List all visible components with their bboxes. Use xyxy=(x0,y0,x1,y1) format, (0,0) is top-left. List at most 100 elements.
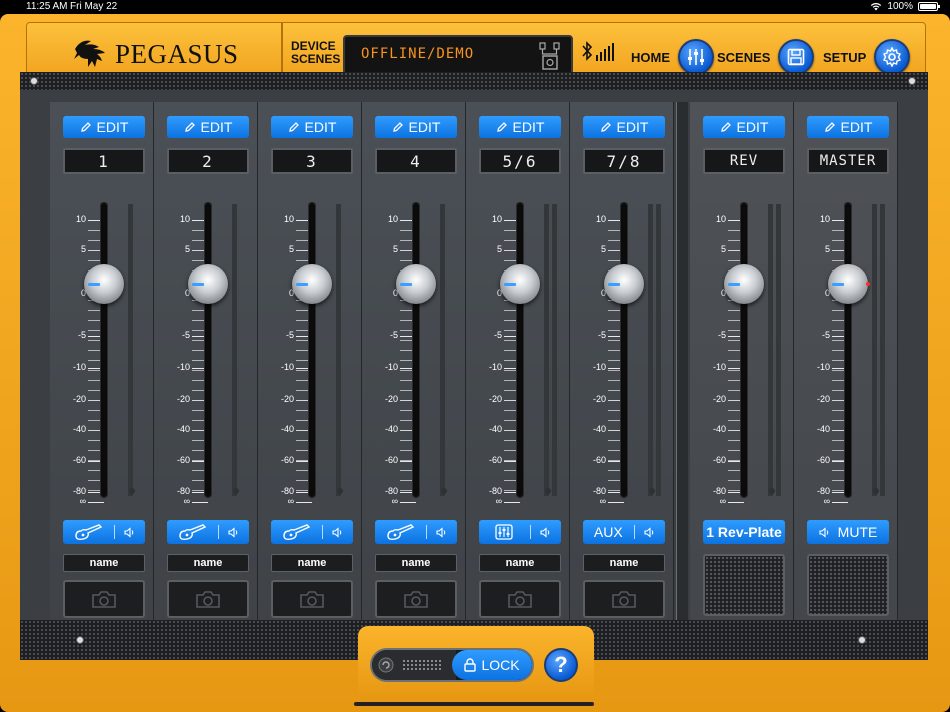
usb-plug-icon xyxy=(539,42,560,70)
channel-label-display[interactable]: 5/6 xyxy=(479,148,561,174)
home-button[interactable]: HOME xyxy=(631,39,714,75)
guitar-icon xyxy=(75,524,103,541)
mute-button[interactable] xyxy=(427,520,457,544)
channel-photo-button[interactable] xyxy=(63,580,145,618)
fader-track[interactable] xyxy=(516,202,524,498)
input-source-button[interactable] xyxy=(271,520,322,544)
channel-label-display[interactable]: MASTER xyxy=(807,148,889,174)
channel-strip-2: EDIT 2 10 5 0 -5 -10 -20 -40 -60 -80 ∞ name xyxy=(154,102,258,620)
channel-label-display[interactable]: 7/8 xyxy=(583,148,665,174)
edit-button[interactable]: EDIT xyxy=(703,116,785,138)
input-source-button[interactable] xyxy=(375,520,426,544)
guitar-icon xyxy=(179,524,207,541)
scale-tick: ∞ xyxy=(50,496,110,506)
speaker-icon xyxy=(228,526,238,538)
input-source-button[interactable] xyxy=(167,520,218,544)
scale-tick: ∞ xyxy=(794,496,854,506)
edit-button[interactable]: EDIT xyxy=(375,116,457,138)
battery-icon xyxy=(918,2,940,11)
level-meter xyxy=(544,204,549,496)
fader-track[interactable] xyxy=(620,202,628,498)
fader-track[interactable] xyxy=(308,202,316,498)
channel-name-field[interactable]: name xyxy=(63,554,145,572)
fader-track[interactable] xyxy=(844,202,852,498)
channel-name-field[interactable]: name xyxy=(583,554,665,572)
channel-label-display[interactable]: 3 xyxy=(271,148,353,174)
mute-button[interactable] xyxy=(219,520,249,544)
signal-bars-icon xyxy=(596,43,614,61)
fader-track[interactable] xyxy=(100,202,108,498)
scale-tick: ∞ xyxy=(154,496,214,506)
lock-slider-track xyxy=(372,650,456,680)
channel-photo-button[interactable] xyxy=(479,580,561,618)
channel-name-field[interactable]: name xyxy=(375,554,457,572)
fader-knob[interactable] xyxy=(188,264,228,304)
input-source-button[interactable] xyxy=(479,520,530,544)
fader-knob[interactable] xyxy=(396,264,436,304)
pencil-icon xyxy=(720,122,731,132)
edit-button[interactable]: EDIT xyxy=(479,116,561,138)
channel-label-display[interactable]: 2 xyxy=(167,148,249,174)
channel-photo-button[interactable] xyxy=(375,580,457,618)
channel-photo-button[interactable] xyxy=(167,580,249,618)
fader-knob[interactable] xyxy=(500,264,540,304)
reverb-type-button[interactable]: 1 Rev-Plate xyxy=(703,520,785,544)
clip-led xyxy=(873,488,879,494)
mute-button[interactable] xyxy=(635,520,665,544)
edit-button[interactable]: EDIT xyxy=(63,116,145,138)
scale-tick: ∞ xyxy=(466,496,526,506)
input-source-button[interactable] xyxy=(63,520,114,544)
screw xyxy=(908,77,916,85)
channel-photo-button[interactable] xyxy=(271,580,353,618)
fader-knob[interactable] xyxy=(292,264,332,304)
channel-label-display[interactable]: 1 xyxy=(63,148,145,174)
fader-track[interactable] xyxy=(412,202,420,498)
fader-knob[interactable] xyxy=(724,264,764,304)
help-button[interactable]: ? xyxy=(544,648,578,682)
fader-knob[interactable] xyxy=(604,264,644,304)
edit-button[interactable]: EDIT xyxy=(807,116,889,138)
level-meter xyxy=(648,204,653,496)
pencil-icon xyxy=(184,122,195,132)
speaker-icon xyxy=(540,526,550,538)
channel-name-field[interactable]: name xyxy=(479,554,561,572)
edit-button[interactable]: EDIT xyxy=(271,116,353,138)
channel-label-display[interactable]: REV xyxy=(703,148,785,174)
input-mute-buttons: AUX xyxy=(583,520,665,544)
device-scenes-label: DEVICE SCENES xyxy=(291,39,341,66)
channel-photo-button[interactable] xyxy=(583,580,665,618)
lock-icon xyxy=(464,658,477,672)
pegasus-logo-icon xyxy=(74,40,105,67)
fader-track[interactable] xyxy=(740,202,748,498)
battery-percent: 100% xyxy=(887,1,913,12)
mute-button[interactable] xyxy=(115,520,145,544)
scale-tick: ∞ xyxy=(362,496,422,506)
lock-slider[interactable]: LOCK xyxy=(370,648,534,682)
device-lcd-display[interactable]: OFFLINE/DEMO xyxy=(343,35,573,75)
clip-led xyxy=(441,488,447,494)
scenes-button[interactable]: SCENES xyxy=(717,39,815,75)
speaker-grille xyxy=(807,554,889,616)
channel-name-field[interactable]: name xyxy=(167,554,249,572)
level-meter xyxy=(128,204,133,496)
edit-button[interactable]: EDIT xyxy=(583,116,665,138)
channel-strip-7-8: EDIT 7/8 10 5 0 -5 -10 -20 -40 -60 -80 ∞ AUX name xyxy=(570,102,674,620)
mute-button[interactable] xyxy=(531,520,561,544)
fader-knob[interactable] xyxy=(828,264,868,304)
channel-label-display[interactable]: 4 xyxy=(375,148,457,174)
home-indicator xyxy=(354,702,594,706)
input-mute-buttons xyxy=(63,520,145,544)
unlock-icon xyxy=(378,657,394,673)
fader-knob[interactable] xyxy=(84,264,124,304)
edit-button[interactable]: EDIT xyxy=(167,116,249,138)
setup-button[interactable]: SETUP xyxy=(823,39,911,75)
level-meter xyxy=(552,204,557,496)
fader-track[interactable] xyxy=(204,202,212,498)
speaker-icon xyxy=(819,526,828,538)
lock-button[interactable]: LOCK xyxy=(452,650,532,680)
camera-icon xyxy=(300,591,324,608)
input-source-button[interactable]: AUX xyxy=(583,520,634,544)
channel-name-field[interactable]: name xyxy=(271,554,353,572)
mute-button[interactable] xyxy=(323,520,353,544)
master-mute-button[interactable]: MUTE xyxy=(807,520,889,544)
